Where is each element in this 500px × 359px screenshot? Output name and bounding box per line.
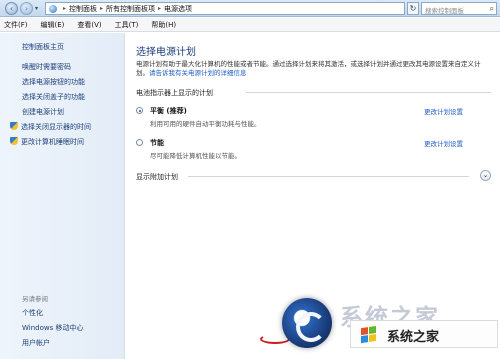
page-title: 选择电源计划 — [136, 47, 196, 58]
plan-description: 尽可能降低计算机性能以节能。 — [150, 152, 241, 160]
watermark-brand-text: 系统之家 — [387, 330, 440, 345]
windows-logo-icon — [361, 326, 377, 344]
search-input[interactable]: 搜索控制面板 ⌕ — [421, 2, 497, 15]
plan-name[interactable]: 平衡 (推荐) — [150, 106, 187, 116]
sidebar-item-mobility-center[interactable]: Windows 移动中心 — [22, 323, 83, 333]
address-bar: ‹ › ▾ ▸ 控制面板 ▸ 所有控制面板项 ▸ 电源选项 ↻ 搜索控制面板 ⌕ — [0, 0, 500, 17]
shield-icon — [10, 137, 18, 145]
back-button[interactable]: ‹ — [5, 2, 18, 15]
sidebar-item-power-button[interactable]: 选择电源按钮的功能 — [22, 77, 85, 87]
breadcrumb-separator-icon[interactable]: ▸ — [63, 5, 66, 12]
sidebar-item-personalization[interactable]: 个性化 — [22, 308, 43, 318]
expand-chevron-icon[interactable]: ⌄ — [480, 170, 491, 181]
change-plan-settings-link[interactable]: 更改计划设置 — [424, 106, 463, 116]
breadcrumb-item[interactable]: 所有控制面板项 — [106, 4, 155, 14]
menu-tools[interactable]: 工具(T) — [115, 20, 139, 30]
refresh-button[interactable]: ↻ — [407, 2, 419, 15]
sidebar-item-create-plan[interactable]: 创建电源计划 — [22, 107, 64, 117]
breadcrumb[interactable]: ▸ 控制面板 ▸ 所有控制面板项 ▸ 电源选项 — [45, 2, 405, 15]
breadcrumb-item[interactable]: 控制面板 — [69, 4, 97, 14]
menu-view[interactable]: 查看(V) — [77, 20, 101, 30]
show-additional-plans[interactable]: 显示附加计划 ⌄ — [136, 170, 491, 182]
change-plan-settings-link[interactable]: 更改计划设置 — [424, 138, 463, 148]
sidebar-item-lid-close[interactable]: 选择关闭盖子的功能 — [22, 92, 85, 102]
shield-icon — [10, 122, 18, 130]
plan-name[interactable]: 节能 — [150, 138, 164, 148]
plan-power-saver-radio[interactable] — [136, 139, 143, 146]
history-dropdown-icon[interactable]: ▾ — [35, 5, 38, 12]
menu-edit[interactable]: 编辑(E) — [41, 20, 65, 30]
sidebar-item-display-off[interactable]: 选择关闭显示器的时间 — [10, 122, 91, 132]
plan-balanced-radio[interactable] — [136, 107, 143, 114]
search-icon[interactable]: ⌕ — [490, 4, 494, 14]
watermark-logo: 系统之家 系统之家 — [260, 292, 500, 359]
sidebar-item-user-accounts[interactable]: 用户帐户 — [22, 338, 50, 348]
page-description: 电源计划有助于最大化计算机的性能或者节能。通过选择计划来将其激活，或选择计划并通… — [136, 60, 491, 78]
search-placeholder: 搜索控制面板 — [425, 7, 464, 15]
watermark-brand-box: 系统之家 — [350, 320, 498, 348]
forward-button[interactable]: › — [20, 2, 33, 15]
show-additional-plans-label[interactable]: 显示附加计划 — [136, 173, 178, 181]
breadcrumb-item[interactable]: 电源选项 — [164, 4, 192, 14]
watermark-emblem-icon — [282, 298, 332, 348]
breadcrumb-separator-icon[interactable]: ▸ — [158, 5, 161, 12]
sidebar-item-control-panel-home[interactable]: 控制面板主页 — [22, 42, 64, 52]
control-panel-icon — [49, 4, 57, 13]
menu-file[interactable]: 文件(F) — [4, 20, 28, 30]
menu-help[interactable]: 帮助(H) — [151, 20, 176, 30]
sidebar-item-sleep-time[interactable]: 更改计算机睡眠时间 — [10, 137, 84, 147]
breadcrumb-separator-icon[interactable]: ▸ — [100, 5, 103, 12]
power-plan-info-link[interactable]: 请告诉我有关电源计划的详细信息 — [149, 69, 247, 77]
sidebar: 控制面板主页 唤醒时需要密码 选择电源按钮的功能 选择关闭盖子的功能 创建电源计… — [0, 33, 125, 359]
menu-bar: 文件(F) 编辑(E) 查看(V) 工具(T) 帮助(H) — [0, 18, 500, 32]
see-also-heading: 另请参阅 — [22, 295, 48, 303]
plan-description: 利用可用的硬件自动平衡功耗与性能。 — [150, 120, 261, 128]
plan-group-heading: 电池指示器上显示的计划 — [136, 88, 491, 98]
sidebar-item-wake-password[interactable]: 唤醒时需要密码 — [22, 62, 71, 72]
plan-group-label: 电池指示器上显示的计划 — [136, 89, 213, 97]
